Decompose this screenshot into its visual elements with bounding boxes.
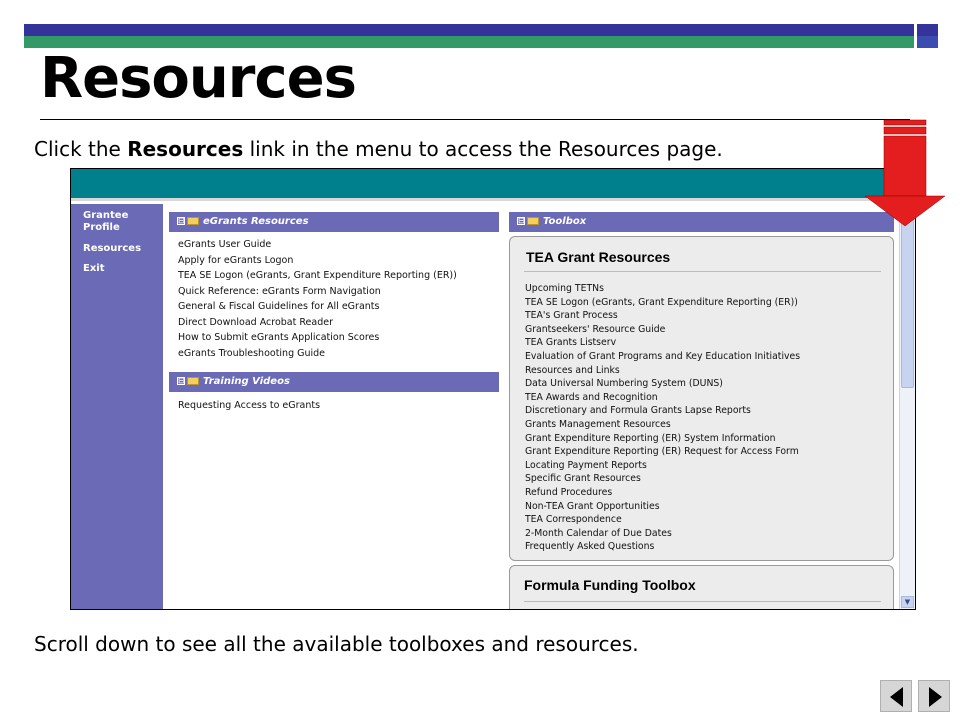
card-divider [524, 271, 881, 272]
footer-text: Scroll down to see all the available too… [34, 632, 639, 656]
top-bar-blue-stripe [24, 24, 914, 36]
toolbox-title: Toolbox [543, 216, 587, 227]
toolbox-header[interactable]: ⊟ Toolbox [509, 212, 894, 232]
sidebar-item-resources[interactable]: Resources [71, 243, 163, 254]
slide-top-bar [24, 24, 938, 48]
top-bar-end-block [914, 24, 938, 48]
card-divider [524, 601, 881, 602]
toolbox-link[interactable]: Discretionary and Formula Grants Lapse R… [525, 404, 800, 418]
app-header-bar [71, 169, 915, 201]
app-sidebar: Grantee Profile Resources Exit [71, 204, 163, 609]
egrants-link[interactable]: eGrants Troubleshooting Guide [178, 346, 457, 362]
folder-icon [187, 377, 199, 385]
toolbox-link[interactable]: TEA's Grant Process [525, 309, 800, 323]
toolbox-link[interactable]: Grantseekers' Resource Guide [525, 323, 800, 337]
toolbox-link[interactable]: TEA Awards and Recognition [525, 391, 800, 405]
tea-grant-resources-links: Upcoming TETNs TEA SE Logon (eGrants, Gr… [525, 282, 800, 554]
egrants-link[interactable]: Direct Download Acrobat Reader [178, 315, 457, 331]
training-videos-title: Training Videos [203, 376, 290, 387]
egrants-resources-header[interactable]: ⊟ eGrants Resources [169, 212, 499, 232]
training-links: Requesting Access to eGrants [178, 398, 320, 414]
toolbox-link[interactable]: TEA Grants Listserv [525, 336, 800, 350]
training-videos-header[interactable]: ⊟ Training Videos [169, 372, 499, 392]
arrow-left-icon [890, 687, 903, 707]
egrants-link[interactable]: Quick Reference: eGrants Form Navigation [178, 284, 457, 300]
toolbox-link[interactable]: Non-TEA Grant Opportunities [525, 500, 800, 514]
scrollbar-thumb[interactable] [901, 216, 914, 388]
toolbox-link[interactable]: Refund Procedures [525, 486, 800, 500]
egrants-link[interactable]: How to Submit eGrants Application Scores [178, 330, 457, 346]
toolbox-link[interactable]: Grant Expenditure Reporting (ER) System … [525, 432, 800, 446]
tea-grant-resources-card: TEA Grant Resources Upcoming TETNs TEA S… [509, 236, 894, 561]
toolbox-link[interactable]: Evaluation of Grant Programs and Key Edu… [525, 350, 800, 364]
intro-text: Click the Resources link in the menu to … [34, 137, 723, 161]
egrants-link[interactable]: eGrants User Guide [178, 237, 457, 253]
intro-text-pre: Click the [34, 137, 128, 161]
toolbox-link[interactable]: Data Universal Numbering System (DUNS) [525, 377, 800, 391]
egrants-resources-title: eGrants Resources [203, 216, 309, 227]
previous-slide-button[interactable] [880, 680, 912, 712]
app-screenshot: Grantee Profile Resources Exit ⊟ eGrants … [70, 168, 916, 610]
collapse-icon[interactable]: ⊟ [177, 377, 185, 385]
slide-title: Resources [40, 46, 357, 111]
next-slide-button[interactable] [918, 680, 950, 712]
toolbox-link[interactable]: 2-Month Calendar of Due Dates [525, 527, 800, 541]
toolbox-link[interactable]: Grants Management Resources [525, 418, 800, 432]
tea-grant-resources-title: TEA Grant Resources [526, 249, 671, 265]
formula-funding-toolbox-card: Formula Funding Toolbox [509, 565, 894, 609]
toolbox-link[interactable]: Frequently Asked Questions [525, 540, 800, 554]
arrow-right-icon [929, 687, 942, 707]
intro-text-bold: Resources [127, 137, 244, 161]
toolbox-link[interactable]: Locating Payment Reports [525, 459, 800, 473]
egrants-link[interactable]: General & Fiscal Guidelines for All eGra… [178, 299, 457, 315]
egrants-link[interactable]: Apply for eGrants Logon [178, 253, 457, 269]
sidebar-item-grantee-profile[interactable]: Grantee Profile [71, 210, 141, 234]
scroll-down-icon[interactable]: ▼ [901, 596, 914, 608]
egrants-links: eGrants User Guide Apply for eGrants Log… [178, 237, 457, 361]
title-divider [40, 119, 910, 120]
training-link[interactable]: Requesting Access to eGrants [178, 398, 320, 414]
formula-funding-toolbox-title: Formula Funding Toolbox [524, 577, 696, 593]
toolbox-link[interactable]: TEA SE Logon (eGrants, Grant Expenditure… [525, 296, 800, 310]
toolbox-link[interactable]: Upcoming TETNs [525, 282, 800, 296]
collapse-icon[interactable]: ⊟ [517, 217, 525, 225]
toolbox-link[interactable]: Resources and Links [525, 364, 800, 378]
sidebar-item-exit[interactable]: Exit [71, 263, 163, 274]
toolbox-link[interactable]: TEA Correspondence [525, 513, 800, 527]
slide-navigation [880, 680, 952, 712]
toolbox-link[interactable]: Specific Grant Resources [525, 472, 800, 486]
vertical-scrollbar[interactable]: ▲ ▼ [899, 204, 915, 609]
folder-icon [187, 217, 199, 225]
intro-text-post: link in the menu to access the Resources… [243, 137, 723, 161]
egrants-link[interactable]: TEA SE Logon (eGrants, Grant Expenditure… [178, 268, 457, 284]
toolbox-link[interactable]: Grant Expenditure Reporting (ER) Request… [525, 445, 800, 459]
collapse-icon[interactable]: ⊟ [177, 217, 185, 225]
folder-icon [527, 217, 539, 225]
red-arrow-callout [864, 119, 946, 227]
